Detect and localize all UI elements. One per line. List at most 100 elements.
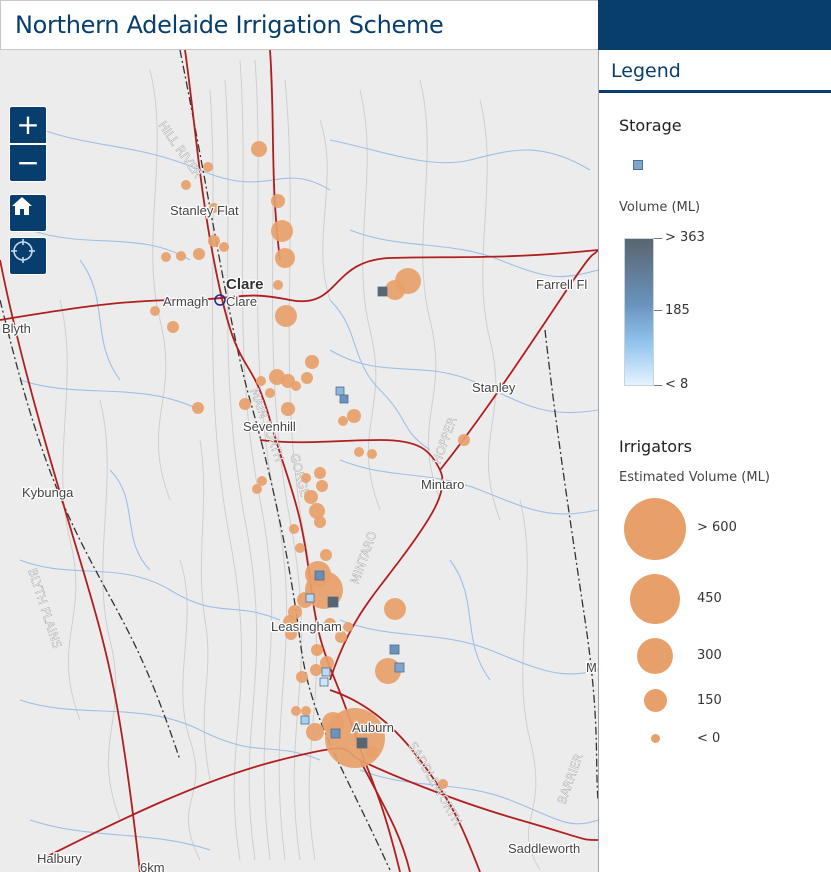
irrigator-label-600: > 600 — [697, 520, 737, 535]
storage-point — [335, 386, 345, 396]
storage-point — [356, 737, 368, 749]
town-label-kybunga: Kybunga — [22, 485, 74, 500]
irrigator-point — [271, 194, 285, 208]
town-label-m-edge: M — [586, 660, 597, 675]
irrigator-point — [367, 449, 377, 459]
ramp-tick-mid — [654, 310, 662, 311]
town-label-saddleworth: Saddleworth — [508, 841, 580, 856]
irrigator-point — [291, 381, 301, 391]
irrigator-point — [193, 248, 205, 260]
storage-point — [394, 662, 405, 673]
irrigator-point — [385, 280, 405, 300]
irrigator-point — [311, 644, 323, 656]
scale-label: 6km — [140, 860, 165, 872]
app-header: Northern Adelaide Irrigation Scheme — [0, 0, 598, 50]
storage-color-ramp — [624, 238, 654, 386]
irrigator-layer[interactable] — [150, 141, 470, 789]
irrigator-point — [304, 490, 318, 504]
irrigator-point — [338, 416, 348, 426]
irrigator-point — [301, 372, 313, 384]
irrigator-size-600 — [624, 498, 686, 560]
irrigator-point — [354, 447, 364, 457]
map-canvas[interactable]: HILL RIVER MAIN NORTH GORGE MINTARO HOPP… — [0, 50, 598, 872]
storage-point — [300, 715, 310, 725]
irrigator-point — [306, 723, 324, 741]
irrigator-size-300 — [637, 638, 673, 674]
irrigator-point — [176, 251, 186, 261]
irrigator-point — [239, 398, 251, 410]
irrigator-point — [310, 664, 322, 676]
irrigator-point — [343, 622, 353, 632]
irrigator-point — [316, 480, 328, 492]
storage-point — [321, 667, 331, 677]
zoom-in-button[interactable]: + — [9, 106, 47, 144]
irrigator-point — [295, 543, 305, 553]
irrigator-point — [296, 671, 308, 683]
app-title: Northern Adelaide Irrigation Scheme — [15, 11, 444, 39]
town-label-stanley: Stanley — [472, 380, 516, 395]
irrigator-point — [384, 598, 406, 620]
irrigator-point — [256, 376, 266, 386]
storage-point — [319, 677, 329, 687]
town-label-mintaro: Mintaro — [421, 477, 464, 492]
irrigator-label-0: < 0 — [697, 731, 721, 746]
irrigator-point — [347, 409, 361, 423]
irrigator-size-0 — [651, 734, 660, 743]
locate-icon — [11, 239, 35, 263]
irrigator-point — [219, 242, 229, 252]
irrigators-title: Irrigators — [619, 437, 692, 456]
map-view[interactable]: HILL RIVER MAIN NORTH GORGE MINTARO HOPP… — [0, 50, 598, 872]
storage-point — [305, 593, 315, 603]
clare-location-marker — [214, 294, 226, 306]
header-bar-right — [598, 0, 831, 50]
irrigator-label-300: 300 — [697, 648, 722, 663]
irrigator-point — [192, 402, 204, 414]
irrigator-point — [161, 252, 171, 262]
irrigator-point — [438, 779, 448, 789]
storage-point — [377, 286, 388, 297]
town-label-clare-small: Clare — [226, 294, 257, 309]
ramp-label-mid: 185 — [665, 303, 690, 318]
irrigator-point — [305, 355, 319, 369]
town-label-auburn: Auburn — [352, 720, 394, 735]
irrigator-point — [275, 305, 297, 327]
irrigators-volume-title: Estimated Volume (ML) — [619, 470, 770, 485]
irrigator-point — [265, 388, 275, 398]
storage-point — [327, 596, 339, 608]
irrigator-point — [301, 473, 311, 483]
ramp-tick-max — [654, 238, 662, 239]
storage-point — [389, 644, 400, 655]
road-label-mintaro: MINTARO — [348, 529, 380, 586]
town-label-leasingham: Leasingham — [271, 619, 342, 634]
zoom-out-button[interactable]: − — [9, 144, 47, 182]
irrigator-point — [273, 280, 283, 290]
irrigator-point — [320, 549, 332, 561]
irrigator-point — [203, 162, 213, 172]
irrigator-label-150: 150 — [697, 693, 722, 708]
irrigator-size-450 — [630, 574, 680, 624]
irrigator-point — [291, 706, 301, 716]
ramp-label-min: < 8 — [665, 377, 689, 392]
storage-title: Storage — [619, 116, 682, 135]
home-icon — [12, 197, 32, 215]
home-button[interactable] — [9, 194, 47, 232]
irrigator-point — [366, 746, 378, 758]
irrigator-point — [167, 321, 179, 333]
irrigator-point — [314, 516, 326, 528]
town-label-halbury: Halbury — [37, 851, 82, 866]
irrigator-point — [314, 467, 326, 479]
irrigator-point — [289, 524, 299, 534]
irrigator-point — [281, 402, 295, 416]
irrigator-point — [271, 220, 293, 242]
legend-title: Legend — [599, 50, 831, 93]
storage-swatch — [633, 160, 643, 170]
town-label-blyth: Blyth — [2, 321, 31, 336]
town-label-stanley-flat: Stanley Flat — [170, 203, 239, 218]
irrigator-point — [275, 248, 295, 268]
legend-panel: Legend Storage Volume (ML) > 363 185 < 8… — [598, 50, 831, 872]
locate-button[interactable] — [9, 237, 47, 275]
town-labels: Stanley Flat Clare Armagh Clare Blyth Fa… — [1, 202, 598, 872]
irrigator-point — [252, 484, 262, 494]
ramp-label-max: > 363 — [665, 230, 705, 245]
irrigator-label-450: 450 — [697, 591, 722, 606]
